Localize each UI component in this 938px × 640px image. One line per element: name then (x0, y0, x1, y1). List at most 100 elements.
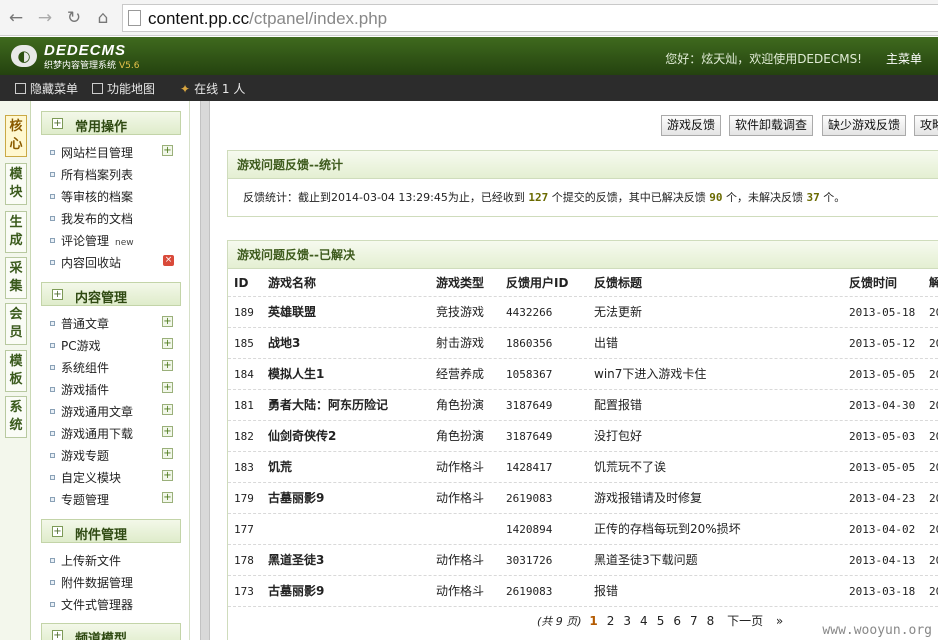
tab-modules[interactable]: 模块 (5, 163, 27, 205)
menu-item-game-downloads[interactable]: 游戏通用下载 + (50, 425, 180, 445)
users-icon: ✦ (180, 82, 191, 96)
add-icon[interactable]: + (162, 492, 173, 503)
add-icon[interactable]: + (162, 448, 173, 459)
cell-id: 185 (234, 337, 254, 350)
menu-item-game-topics[interactable]: 游戏专题 + (50, 447, 180, 467)
tab-core[interactable]: 核心 (5, 115, 27, 157)
menu-item-all-archives[interactable]: 所有档案列表 (50, 166, 180, 186)
page-link[interactable]: 4 (640, 614, 648, 628)
main-menu-link[interactable]: 主菜单 (886, 50, 922, 67)
cell-title[interactable]: 报错 (594, 576, 618, 607)
cell-time: 2013-03-18 (849, 585, 916, 598)
table-row[interactable]: 185 战地3 射击游戏 1860356 出错 2013-05-12 20 (228, 328, 938, 359)
url-text[interactable]: content.pp.cc/ctpanel/index.php (148, 9, 387, 29)
page-link[interactable]: 3 (623, 614, 631, 628)
menu-item-components[interactable]: 系统组件 + (50, 359, 180, 379)
cell-name: 黑道圣徒3 (268, 553, 325, 567)
table-row[interactable]: 189 英雄联盟 竞技游戏 4432266 无法更新 2013-05-18 20 (228, 297, 938, 328)
menu-item-file-manager[interactable]: 文件式管理器 (50, 596, 180, 616)
cell-name: 战地3 (268, 336, 301, 350)
section-channel-models[interactable]: + 频道模型 (41, 623, 181, 640)
add-icon[interactable]: + (162, 470, 173, 481)
section-attachments[interactable]: + 附件管理 (41, 519, 181, 543)
section-common[interactable]: + 常用操作 (41, 111, 181, 135)
page-link[interactable]: 6 (673, 614, 681, 628)
next-page-link[interactable]: 下一页 (727, 614, 763, 628)
cell-title[interactable]: 没打包好 (594, 421, 642, 452)
add-icon[interactable]: + (162, 360, 173, 371)
table-row[interactable]: 173 古墓丽影9 动作格斗 2619083 报错 2013-03-18 20 (228, 576, 938, 607)
cell-title[interactable]: 正传的存档每玩到20%损坏 (594, 514, 741, 545)
add-icon[interactable]: + (162, 404, 173, 415)
add-icon[interactable]: + (162, 426, 173, 437)
back-icon[interactable]: ← (6, 8, 26, 28)
table-row[interactable]: 184 模拟人生1 经营养成 1058367 win7下进入游戏卡住 2013-05-05… (228, 359, 938, 390)
menu-item-comments[interactable]: 评论管理 new (50, 232, 180, 252)
uninstall-survey-button[interactable]: 软件卸载调查 (729, 115, 814, 136)
guides-button[interactable]: 攻略 (914, 115, 938, 136)
cell-id: 189 (234, 306, 254, 319)
table-row[interactable]: 181 勇者大陆：阿东历险记 角色扮演 3187649 配置报错 2013-04-30 20 (228, 390, 938, 421)
page-link[interactable]: 1 (589, 614, 597, 628)
menu-item-pc-games[interactable]: PC游戏 + (50, 337, 180, 357)
cell-title[interactable]: 黑道圣徒3下载问题 (594, 545, 698, 576)
tab-collect[interactable]: 采集 (5, 257, 27, 299)
cell-title[interactable]: 无法更新 (594, 297, 642, 328)
forward-icon[interactable]: → (35, 8, 55, 28)
game-feedback-button[interactable]: 游戏反馈 (661, 115, 722, 136)
cell-title[interactable]: 游戏报错请及时修复 (594, 483, 702, 514)
add-icon[interactable]: + (162, 316, 173, 327)
tab-templates[interactable]: 模板 (5, 350, 27, 392)
trash-icon[interactable]: × (163, 255, 174, 266)
menu-item-upload[interactable]: 上传新文件 (50, 552, 180, 572)
table-row[interactable]: 179 古墓丽影9 动作格斗 2619083 游戏报错请及时修复 2013-04-23 20 (228, 483, 938, 514)
menu-item-plugins[interactable]: 游戏插件 + (50, 381, 180, 401)
cms-header: ◐ DEDECMS 织梦内容管理系统 V5.6 您好：炫天灿，欢迎使用DEDECM… (0, 37, 938, 75)
menu-item-site-columns[interactable]: 网站栏目管理 + (50, 144, 180, 164)
menu-item-game-articles[interactable]: 游戏通用文章 + (50, 403, 180, 423)
cell-title[interactable]: 出错 (594, 328, 618, 359)
table-row[interactable]: 183 饥荒 动作格斗 1428417 饥荒玩不了诶 2013-05-05 20 (228, 452, 938, 483)
menu-item-my-docs[interactable]: 我发布的文档 (50, 210, 180, 230)
page-link[interactable]: 8 (707, 614, 715, 628)
table-row[interactable]: 177 1420894 正传的存档每玩到20%损坏 2013-04-02 20 (228, 514, 938, 545)
page-link[interactable]: 5 (657, 614, 665, 628)
menu-splitter[interactable] (200, 101, 210, 640)
online-users-button[interactable]: ✦ 在线 1 人 (180, 80, 245, 97)
bullet-icon (50, 150, 55, 155)
menu-item-attachment-data[interactable]: 附件数据管理 (50, 574, 180, 594)
hide-menu-button[interactable]: 隐藏菜单 (15, 80, 78, 97)
cell-title[interactable]: win7下进入游戏卡住 (594, 359, 706, 390)
expand-icon: + (52, 630, 63, 640)
menu-item-custom-modules[interactable]: 自定义模块 + (50, 469, 180, 489)
tab-system[interactable]: 系统 (5, 396, 27, 438)
menu-item-recycle[interactable]: 内容回收站 × (50, 254, 180, 274)
table-row[interactable]: 182 仙剑奇侠传2 角色扮演 3187649 没打包好 2013-05-03 20 (228, 421, 938, 452)
tab-generate[interactable]: 生成 (5, 211, 27, 253)
cell-time: 2013-04-13 (849, 554, 916, 567)
tab-members[interactable]: 会员 (5, 303, 27, 345)
menu-item-pending[interactable]: 等审核的档案 (50, 188, 180, 208)
add-icon[interactable]: + (162, 145, 173, 156)
table-row[interactable]: 178 黑道圣徒3 动作格斗 3031726 黑道圣徒3下载问题 2013-04-13 20 (228, 545, 938, 576)
cell-title[interactable]: 饥荒玩不了诶 (594, 452, 666, 483)
module-tabs: 核心 模块 生成 采集 会员 模板 系统 (0, 101, 31, 640)
page-link[interactable]: 2 (607, 614, 615, 628)
section-content[interactable]: + 内容管理 (41, 282, 181, 306)
bullet-icon (50, 580, 55, 585)
function-map-button[interactable]: 功能地图 (92, 80, 155, 97)
page-link[interactable]: 7 (690, 614, 698, 628)
cell-name: 古墓丽影9 (268, 584, 325, 598)
last-page-link[interactable]: » (776, 614, 783, 628)
reload-icon[interactable]: ↻ (64, 8, 84, 28)
add-icon[interactable]: + (162, 338, 173, 349)
cell-title[interactable]: 配置报错 (594, 390, 642, 421)
address-bar[interactable]: content.pp.cc/ctpanel/index.php (122, 4, 938, 32)
missing-game-feedback-button[interactable]: 缺少游戏反馈 (822, 115, 907, 136)
menu-item-topics[interactable]: 专题管理 + (50, 491, 180, 511)
menu-item-articles[interactable]: 普通文章 + (50, 315, 180, 335)
cell-uid: 1058367 (506, 368, 553, 381)
cell-type: 竞技游戏 (436, 305, 485, 319)
home-icon[interactable]: ⌂ (93, 8, 113, 28)
add-icon[interactable]: + (162, 382, 173, 393)
